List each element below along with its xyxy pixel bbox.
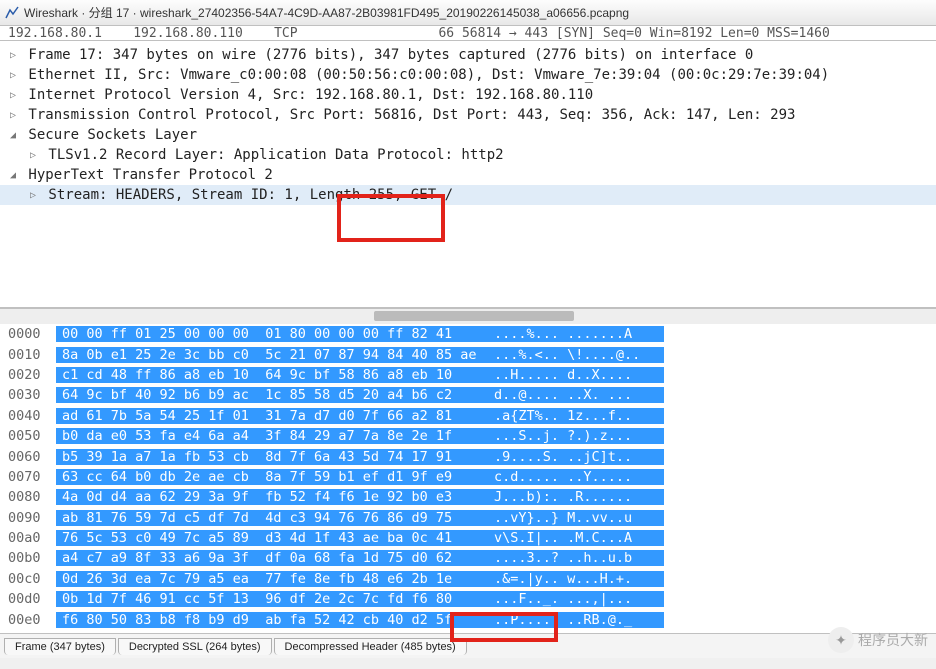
packet-details-pane: ▷ Frame 17: 347 bytes on wire (2776 bits… [0,40,936,308]
hex-ascii: .a{ZT%.. 1z...f.. [488,408,664,424]
hex-offset: 0070 [0,469,56,485]
hex-offset: 0020 [0,367,56,383]
tree-row[interactable]: ▷ Ethernet II, Src: Vmware_c0:00:08 (00:… [0,65,936,85]
details-scrollbar[interactable] [0,308,936,324]
tree-toggle-icon[interactable]: ▷ [6,110,20,121]
hex-bytes: 00 00 ff 01 25 00 00 00 01 80 00 00 00 f… [56,326,488,342]
hex-ascii: ....%... .......A [488,326,664,342]
tree-row[interactable]: ▷ Stream: HEADERS, Stream ID: 1, Length … [0,185,936,205]
hex-offset: 00e0 [0,612,56,628]
hex-offset: 0050 [0,428,56,444]
hex-row[interactable]: 0090ab 81 76 59 7d c5 df 7d 4d c3 94 76 … [0,508,936,528]
hex-row[interactable]: 00b0a4 c7 a9 8f 33 a6 9a 3f df 0a 68 fa … [0,548,936,568]
hex-row[interactable]: 0060b5 39 1a a7 1a fb 53 cb 8d 7f 6a 43 … [0,446,936,466]
tree-row[interactable]: ▷ TLSv1.2 Record Layer: Application Data… [0,145,936,165]
tree-row[interactable]: ◢ HyperText Transfer Protocol 2 [0,165,936,185]
hex-pane[interactable]: 000000 00 ff 01 25 00 00 00 01 80 00 00 … [0,324,936,634]
hex-offset: 0000 [0,326,56,342]
tab-frame[interactable]: Frame (347 bytes) [4,638,116,655]
hex-row[interactable]: 00d00b 1d 7f 46 91 cc 5f 13 96 df 2e 2c … [0,589,936,609]
hex-offset: 00d0 [0,591,56,607]
tree-label: Transmission Control Protocol, Src Port:… [20,107,795,123]
tree-label: Internet Protocol Version 4, Src: 192.16… [20,87,593,103]
hex-ascii: ..vY}..} M..vv..u [488,510,664,526]
hex-offset: 0090 [0,510,56,526]
packet-list-row[interactable]: 192.168.80.1 192.168.80.110 TCP 66 56814… [0,26,936,40]
hex-bytes: 0b 1d 7f 46 91 cc 5f 13 96 df 2e 2c 7c f… [56,591,488,607]
hex-row[interactable]: 00c00d 26 3d ea 7c 79 a5 ea 77 fe 8e fb … [0,569,936,589]
tree-toggle-icon[interactable]: ▷ [6,50,20,61]
hex-bytes: c1 cd 48 ff 86 a8 eb 10 64 9c bf 58 86 a… [56,367,488,383]
tree-toggle-icon[interactable]: ▷ [6,90,20,101]
hex-bytes: a4 c7 a9 8f 33 a6 9a 3f df 0a 68 fa 1d 7… [56,550,488,566]
hex-offset: 0040 [0,408,56,424]
hex-row[interactable]: 00108a 0b e1 25 2e 3c bb c0 5c 21 07 87 … [0,344,936,364]
hex-offset: 00a0 [0,530,56,546]
hex-row[interactable]: 000000 00 ff 01 25 00 00 00 01 80 00 00 … [0,324,936,344]
hex-row[interactable]: 0020c1 cd 48 ff 86 a8 eb 10 64 9c bf 58 … [0,365,936,385]
hex-ascii: ....3..? ..h..u.b [488,550,664,566]
hex-bytes: 64 9c bf 40 92 b6 b9 ac 1c 85 58 d5 20 a… [56,387,488,403]
tree-row[interactable]: ▷ Internet Protocol Version 4, Src: 192.… [0,85,936,105]
hex-row[interactable]: 00a076 5c 53 c0 49 7c a5 89 d3 4d 1f 43 … [0,528,936,548]
tree-row[interactable]: ◢ Secure Sockets Layer [0,125,936,145]
hex-bytes: ad 61 7b 5a 54 25 1f 01 31 7a d7 d0 7f 6… [56,408,488,424]
hex-row[interactable]: 0040ad 61 7b 5a 54 25 1f 01 31 7a d7 d0 … [0,406,936,426]
hex-ascii: ..H..... d..X.... [488,367,664,383]
hex-row[interactable]: 007063 cc 64 b0 db 2e ae cb 8a 7f 59 b1 … [0,467,936,487]
hex-ascii: .9....S. ..jC]t.. [488,449,664,465]
hex-ascii: ...%.<.. \!....@.. [488,347,664,363]
hex-row[interactable]: 00e0f6 80 50 83 b8 f8 b9 d9 ab fa 52 42 … [0,609,936,629]
window-title: Wireshark · 分组 17 · wireshark_27402356-5… [24,4,629,21]
tree-row[interactable]: ▷ Transmission Control Protocol, Src Por… [0,105,936,125]
hex-ascii: v\S.I|.. .M.C...A [488,530,664,546]
hex-offset: 00c0 [0,571,56,587]
tree-label: Secure Sockets Layer [20,127,197,143]
hex-offset: 0060 [0,449,56,465]
tree-toggle-icon[interactable]: ▷ [6,70,20,81]
hex-bytes: f6 80 50 83 b8 f8 b9 d9 ab fa 52 42 cb 4… [56,612,488,628]
tab-decompressed-header[interactable]: Decompressed Header (485 bytes) [274,638,467,655]
hex-ascii: c.d..... ..Y..... [488,469,664,485]
app-icon [4,5,20,21]
scrollbar-thumb[interactable] [374,311,574,321]
hex-ascii: ...S..j. ?.).z... [488,428,664,444]
tree-row[interactable]: ▷ Frame 17: 347 bytes on wire (2776 bits… [0,45,936,65]
hex-bytes: 63 cc 64 b0 db 2e ae cb 8a 7f 59 b1 ef d… [56,469,488,485]
tree-label: Stream: HEADERS, Stream ID: 1, Length 25… [40,187,453,203]
hex-offset: 0080 [0,489,56,505]
hex-row[interactable]: 003064 9c bf 40 92 b6 b9 ac 1c 85 58 d5 … [0,385,936,405]
hex-offset: 0030 [0,387,56,403]
hex-row[interactable]: 0050b0 da e0 53 fa e4 6a a4 3f 84 29 a7 … [0,426,936,446]
tree-toggle-icon[interactable]: ▷ [26,150,40,161]
bytes-tabs: Frame (347 bytes) Decrypted SSL (264 byt… [0,634,936,658]
titlebar: Wireshark · 分组 17 · wireshark_27402356-5… [0,0,936,26]
tree-label: Ethernet II, Src: Vmware_c0:00:08 (00:50… [20,67,829,83]
tree-toggle-icon[interactable]: ◢ [6,130,20,141]
hex-bytes: ab 81 76 59 7d c5 df 7d 4d c3 94 76 76 8… [56,510,488,526]
hex-offset: 00b0 [0,550,56,566]
hex-bytes: b5 39 1a a7 1a fb 53 cb 8d 7f 6a 43 5d 7… [56,449,488,465]
tree-toggle-icon[interactable]: ◢ [6,170,20,181]
hex-row[interactable]: 00804a 0d d4 aa 62 29 3a 9f fb 52 f4 f6 … [0,487,936,507]
tree-label: HyperText Transfer Protocol 2 [20,167,273,183]
hex-ascii: d..@.... ..X. ... [488,387,664,403]
tab-decrypted-ssl[interactable]: Decrypted SSL (264 bytes) [118,638,272,655]
hex-bytes: 4a 0d d4 aa 62 29 3a 9f fb 52 f4 f6 1e 9… [56,489,488,505]
tree-label: Frame 17: 347 bytes on wire (2776 bits),… [20,47,753,63]
hex-offset: 0010 [0,347,56,363]
tree-label: TLSv1.2 Record Layer: Application Data P… [40,147,504,163]
hex-bytes: b0 da e0 53 fa e4 6a a4 3f 84 29 a7 7a 8… [56,428,488,444]
hex-ascii: .&=.|y.. w...H.+. [488,571,664,587]
hex-ascii: J...b):. .R...... [488,489,664,505]
hex-bytes: 8a 0b e1 25 2e 3c bb c0 5c 21 07 87 94 8… [56,347,488,363]
tree-toggle-icon[interactable]: ▷ [26,190,40,201]
hex-bytes: 0d 26 3d ea 7c 79 a5 ea 77 fe 8e fb 48 e… [56,571,488,587]
hex-ascii: ...F.._. ...,|... [488,591,664,607]
hex-bytes: 76 5c 53 c0 49 7c a5 89 d3 4d 1f 43 ae b… [56,530,488,546]
hex-ascii: ..P..... ..RB.@._ [488,612,664,628]
